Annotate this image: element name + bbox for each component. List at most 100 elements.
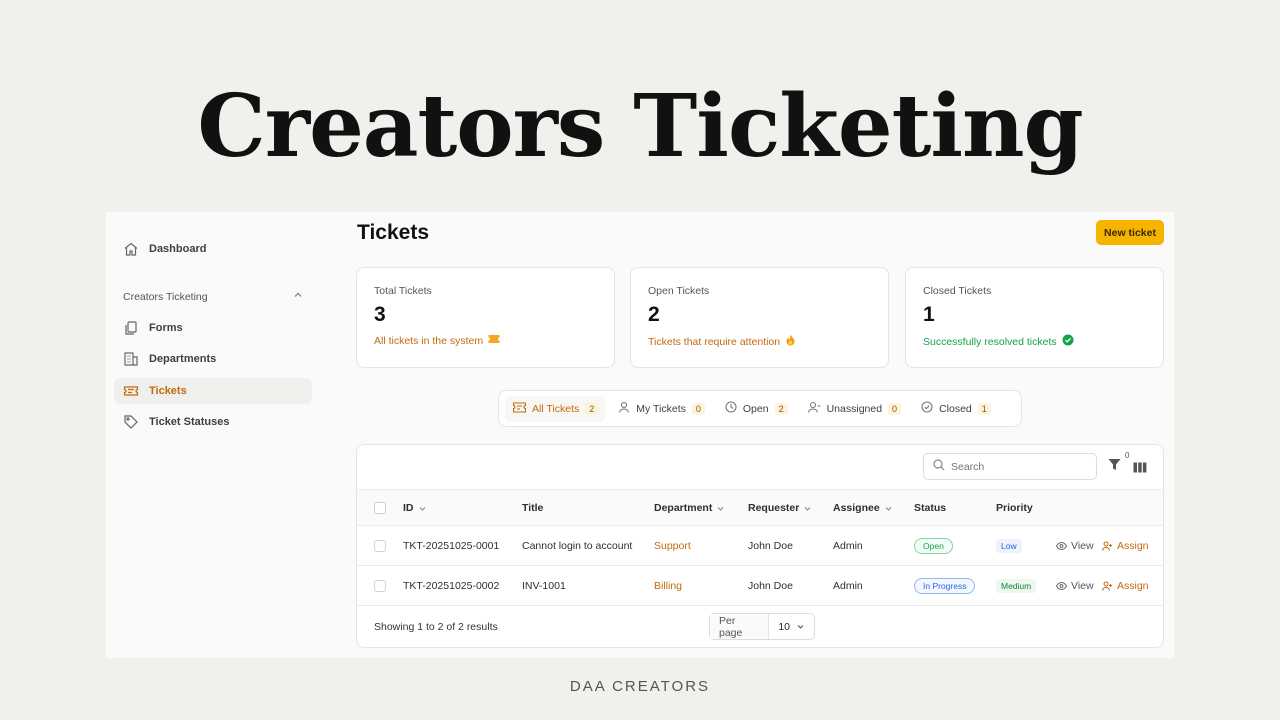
- stat-label: Open Tickets: [648, 285, 710, 297]
- table-row[interactable]: TKT-20251025-0001 Cannot login to accoun…: [357, 526, 1163, 566]
- sidebar-item-dashboard[interactable]: Dashboard: [114, 236, 312, 262]
- filter-count: 0: [1125, 451, 1130, 460]
- view-label: View: [1071, 580, 1094, 592]
- tab-count: 0: [888, 402, 902, 415]
- tab-closed[interactable]: Closed 1: [913, 396, 999, 422]
- sidebar-item-ticket-statuses[interactable]: Ticket Statuses: [114, 409, 312, 435]
- check-circle-icon: [921, 401, 933, 416]
- forms-icon: [123, 320, 139, 336]
- row-checkbox[interactable]: [374, 540, 386, 552]
- tab-unassigned[interactable]: Unassigned 0: [800, 396, 909, 422]
- stat-value: 3: [374, 303, 386, 326]
- ticket-emoji-icon: [488, 334, 500, 347]
- building-icon: [123, 351, 139, 367]
- sidebar-group-label: Creators Ticketing: [123, 290, 208, 303]
- column-header-label: Status: [914, 502, 947, 514]
- cell-assignee: Admin: [833, 580, 863, 592]
- search-input[interactable]: [951, 460, 1081, 473]
- column-header-label: Department: [654, 502, 713, 514]
- tab-all-tickets[interactable]: All Tickets 2: [505, 395, 607, 422]
- ticket-filter-tabs: All Tickets 2 My Tickets 0 Open 2 Unassi…: [498, 390, 1022, 427]
- eye-icon: [1056, 582, 1067, 590]
- filter-icon[interactable]: [1108, 458, 1121, 476]
- sidebar-item-label: Ticket Statuses: [149, 416, 230, 428]
- tab-my-tickets[interactable]: My Tickets 0: [610, 396, 713, 422]
- ticket-icon: [512, 401, 527, 416]
- stat-description-text: All tickets in the system: [374, 334, 484, 347]
- stat-value: 2: [648, 303, 660, 326]
- sidebar-item-label: Dashboard: [149, 243, 207, 255]
- user-plus-icon: [1102, 581, 1112, 591]
- stat-card-open: Open Tickets 2 Tickets that require atte…: [630, 267, 889, 368]
- sidebar: Dashboard Creators Ticketing Forms Depar…: [106, 212, 321, 658]
- check-circle-icon: [1062, 334, 1074, 349]
- status-badge: In Progress: [914, 578, 976, 594]
- cell-title: Cannot login to account: [522, 540, 633, 552]
- column-header-id[interactable]: ID: [403, 502, 427, 514]
- cell-requester: John Doe: [748, 540, 793, 552]
- fire-icon: [785, 334, 796, 349]
- cell-id: TKT-20251025-0002: [403, 580, 500, 592]
- column-header-priority: Priority: [996, 502, 1033, 514]
- table-row[interactable]: TKT-20251025-0002 INV-1001 Billing John …: [357, 566, 1163, 606]
- column-header-department[interactable]: Department: [654, 502, 725, 514]
- column-header-label: Assignee: [833, 502, 880, 514]
- view-button[interactable]: View: [1056, 540, 1094, 552]
- tab-open[interactable]: Open 2: [717, 396, 796, 422]
- chevron-down-icon: [717, 506, 724, 511]
- chevron-up-icon: [293, 290, 303, 303]
- cell-requester: John Doe: [748, 580, 793, 592]
- chevron-down-icon: [797, 625, 804, 629]
- sidebar-item-label: Tickets: [149, 385, 187, 397]
- chevron-down-icon: [885, 506, 892, 511]
- columns-icon[interactable]: [1133, 460, 1147, 478]
- cell-assignee: Admin: [833, 540, 863, 552]
- stat-value: 1: [923, 303, 935, 326]
- sidebar-item-label: Departments: [149, 353, 217, 365]
- priority-badge: Low: [996, 539, 1022, 553]
- priority-badge: Medium: [996, 579, 1037, 593]
- column-header-label: Title: [522, 502, 544, 514]
- stat-label: Total Tickets: [374, 285, 432, 297]
- stat-description: Successfully resolved tickets: [923, 334, 1146, 349]
- page-title: Tickets: [357, 221, 429, 244]
- footer-brand: DAA CREATORS: [569, 678, 711, 695]
- user-minus-icon: [807, 401, 821, 416]
- column-header-label: ID: [403, 502, 414, 514]
- view-button[interactable]: View: [1056, 580, 1094, 592]
- tab-count: 0: [691, 402, 705, 415]
- column-header-label: Requester: [748, 502, 800, 514]
- assign-button[interactable]: Assign: [1102, 580, 1149, 592]
- cell-department: Billing: [654, 580, 683, 592]
- column-header-label: Priority: [996, 502, 1033, 514]
- row-checkbox[interactable]: [374, 580, 386, 592]
- stat-description: All tickets in the system: [374, 334, 597, 347]
- search-field[interactable]: [923, 453, 1097, 480]
- stat-card-closed: Closed Tickets 1 Successfully resolved t…: [905, 267, 1164, 368]
- assign-label: Assign: [1117, 540, 1149, 552]
- sidebar-item-forms[interactable]: Forms: [114, 315, 312, 341]
- sidebar-item-departments[interactable]: Departments: [114, 346, 312, 372]
- app-window: Dashboard Creators Ticketing Forms Depar…: [106, 212, 1174, 658]
- chevron-down-icon: [419, 506, 425, 511]
- sidebar-group-header[interactable]: Creators Ticketing: [123, 290, 303, 303]
- sidebar-item-tickets[interactable]: Tickets: [114, 378, 312, 404]
- column-header-requester[interactable]: Requester: [748, 502, 812, 514]
- per-page-select[interactable]: Per page 10: [709, 613, 815, 640]
- column-header-assignee[interactable]: Assignee: [833, 502, 893, 514]
- select-all-checkbox[interactable]: [374, 502, 386, 514]
- tab-count: 1: [977, 402, 991, 415]
- per-page-value-wrap[interactable]: 10: [769, 621, 814, 633]
- assign-button[interactable]: Assign: [1102, 540, 1149, 552]
- cell-id: TKT-20251025-0001: [403, 540, 500, 552]
- new-ticket-button[interactable]: New ticket: [1096, 220, 1164, 245]
- tickets-table: 0 ID Title Department Requester Assignee…: [356, 444, 1164, 648]
- user-icon: [618, 401, 630, 416]
- tab-label: Unassigned: [826, 402, 883, 415]
- hero-title: Creators Ticketing: [197, 76, 1083, 177]
- per-page-value: 10: [778, 620, 790, 633]
- tag-icon: [123, 414, 139, 430]
- assign-label: Assign: [1117, 580, 1149, 592]
- stat-description-text: Successfully resolved tickets: [923, 335, 1057, 348]
- cell-department: Support: [654, 540, 691, 552]
